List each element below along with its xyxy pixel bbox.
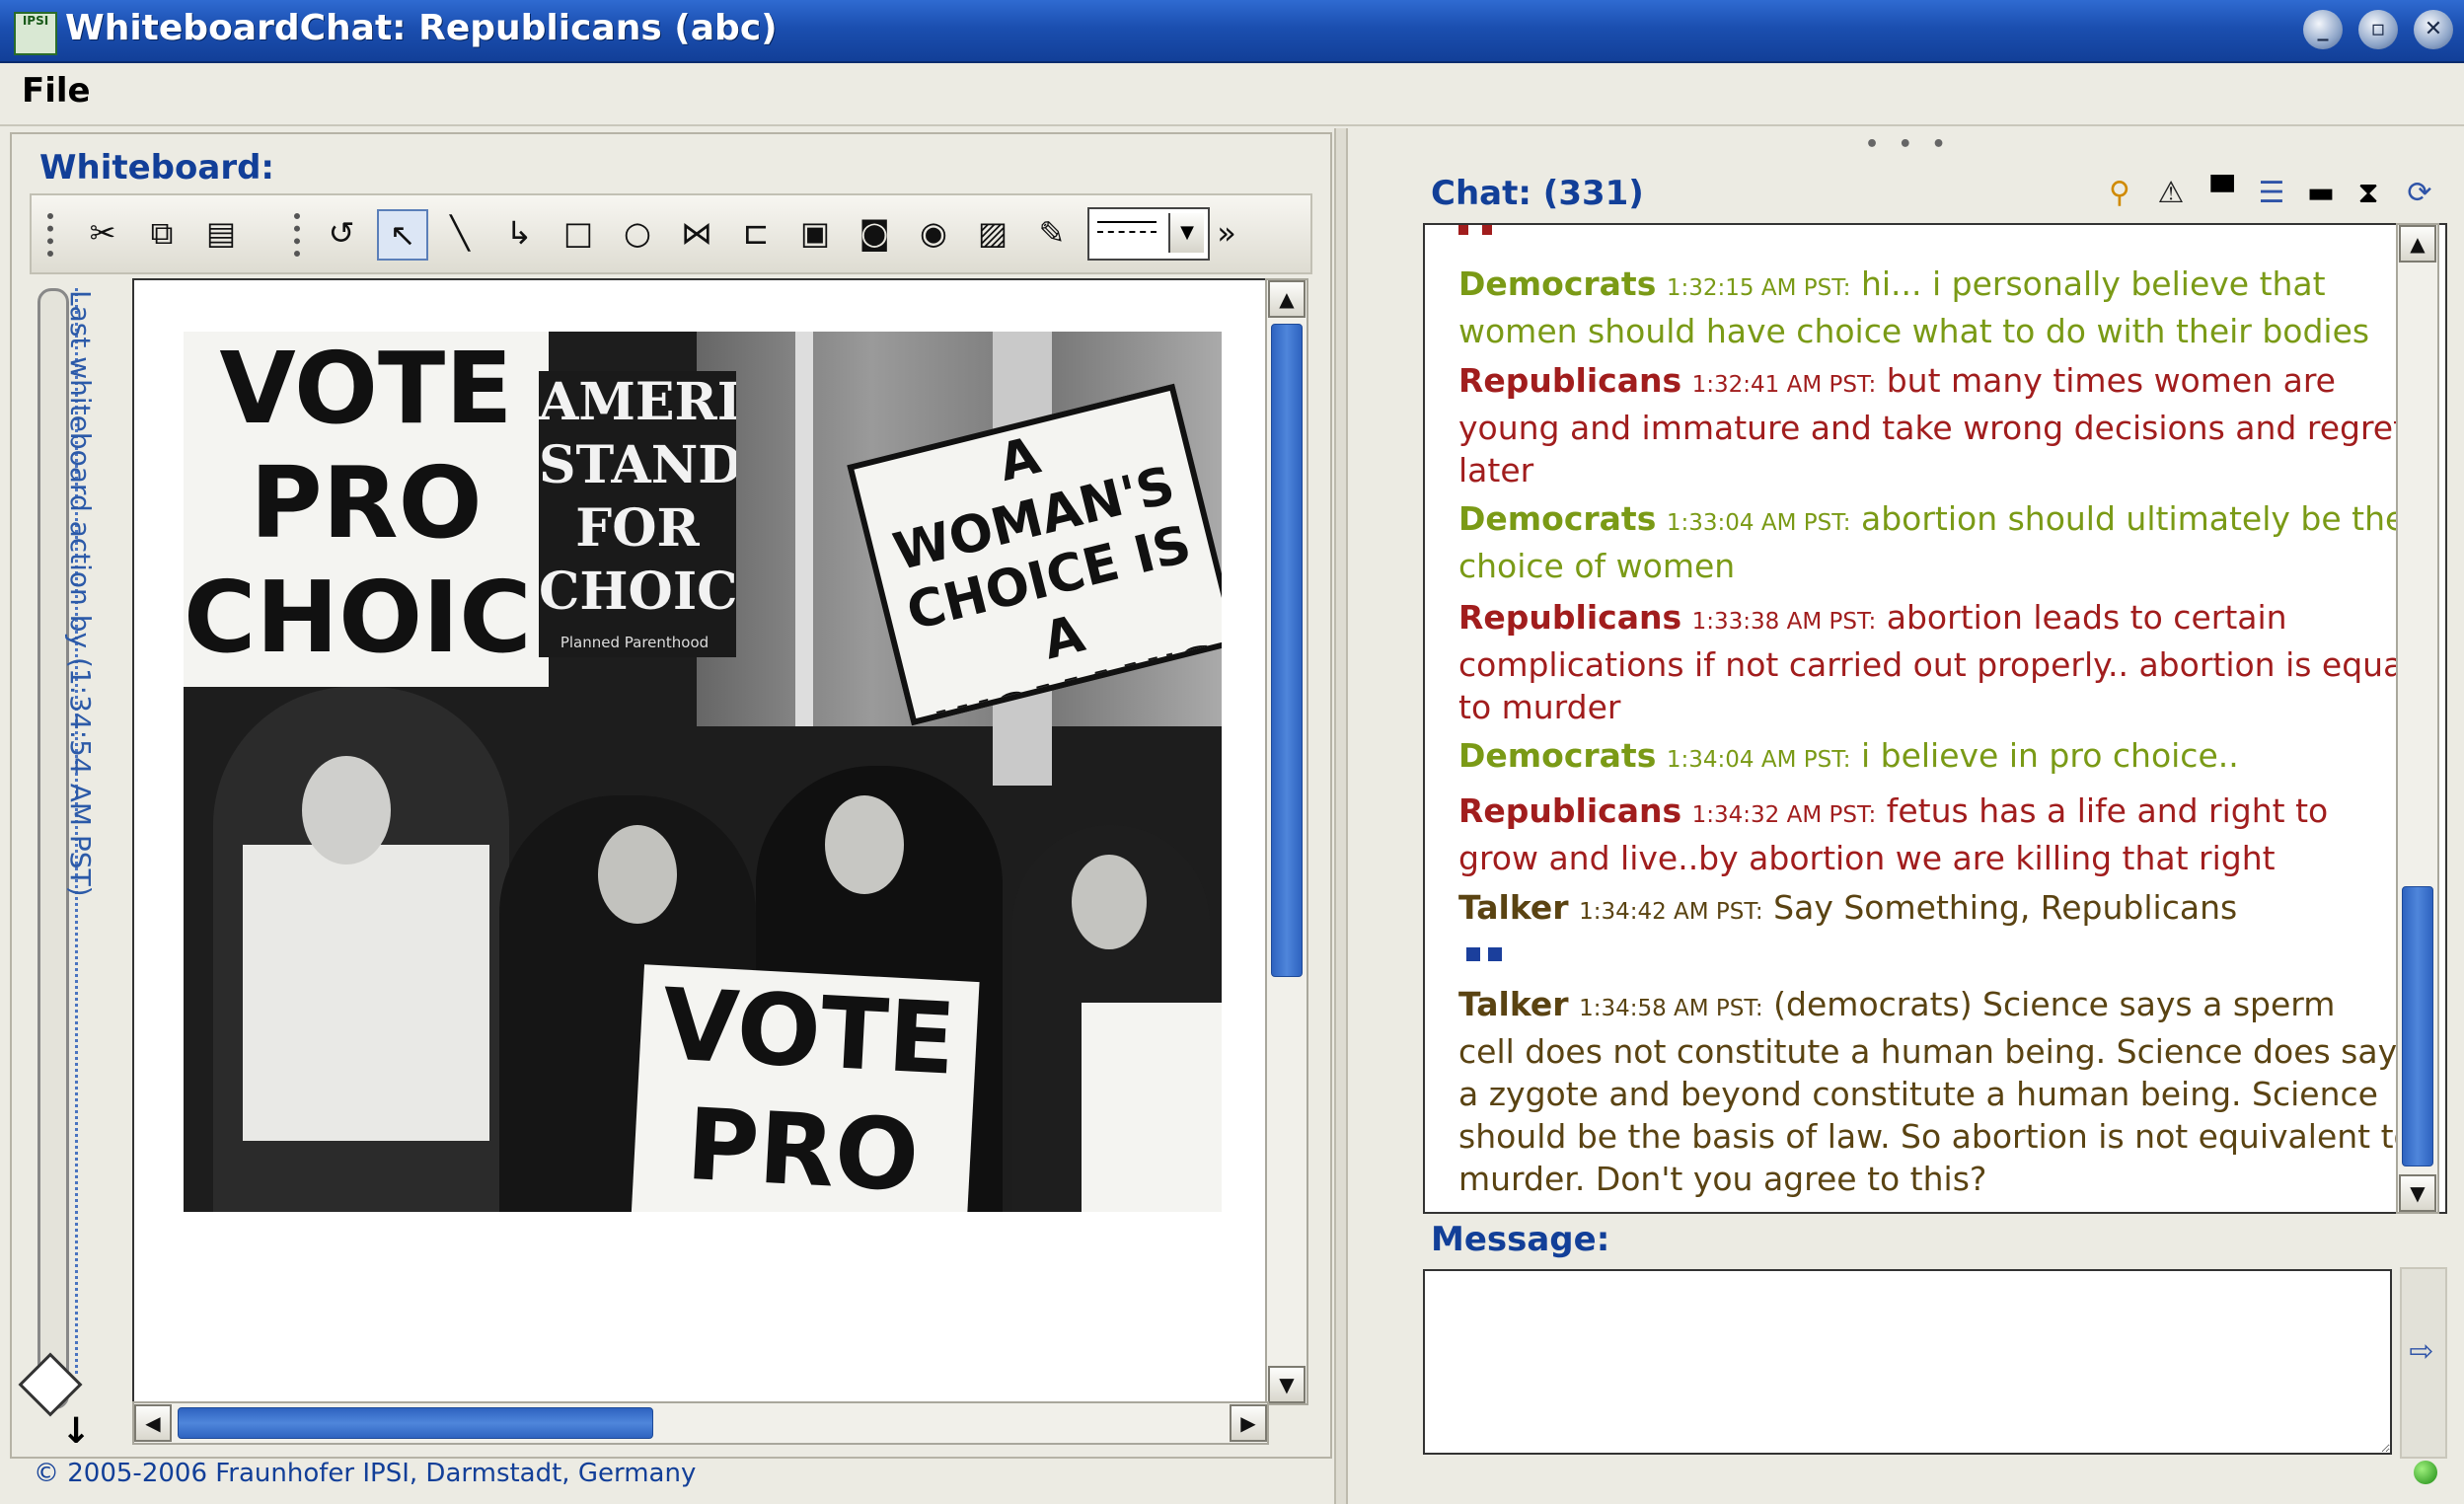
chat-transcript[interactable]: Democrats 1:32:15 AM PST: hi... i person… bbox=[1423, 223, 2447, 1214]
connection-status-icon bbox=[2414, 1461, 2437, 1484]
sign-planned-parenthood: Planned Parenthood bbox=[551, 628, 718, 657]
select-pointer-icon[interactable]: ↖ bbox=[377, 209, 428, 261]
chat-message: Democrats 1:33:04 AM PST: abortion shoul… bbox=[1458, 499, 2406, 585]
sign-vote-pro: VOTE PRO bbox=[631, 964, 980, 1212]
sign-partial bbox=[1082, 1003, 1222, 1212]
message-label: Message: bbox=[1431, 1220, 1610, 1259]
text-box-icon[interactable]: ⊏ bbox=[732, 209, 780, 257]
lasso-icon[interactable]: ↺ bbox=[318, 209, 365, 257]
note-icon[interactable]: ▣ bbox=[791, 209, 839, 257]
history-status-text: Last whiteboard action by (1:34:54 AM PS… bbox=[64, 290, 97, 897]
line-style-preview bbox=[1097, 221, 1157, 223]
chat-message: Democrats 1:34:04 AM PST: i believe in p… bbox=[1458, 736, 2239, 775]
chat-message: Republicans 1:32:41 AM PST: but many tim… bbox=[1458, 361, 2407, 489]
copyright-notice: © 2005-2006 Fraunhofer IPSI, Darmstadt, … bbox=[34, 1459, 697, 1488]
protest-photo[interactable]: VOTE PRO CHOICE AMERICA STANDS FOR CHOIC… bbox=[184, 332, 1222, 1212]
chat-scroll-thumb[interactable] bbox=[2402, 886, 2433, 1166]
minimize-icon[interactable]: _ bbox=[2303, 10, 2343, 49]
line-style-dropdown[interactable]: ▼ bbox=[1087, 207, 1210, 261]
photo-face bbox=[302, 756, 391, 865]
chat-vertical-scrollbar[interactable]: ▲ ▼ bbox=[2396, 223, 2439, 1214]
chat-message: Republicans 1:34:32 AM PST: fetus has a … bbox=[1458, 791, 2329, 877]
group-icon[interactable]: ⋈ bbox=[673, 209, 720, 257]
camera-icon[interactable]: ◉ bbox=[910, 209, 957, 257]
whiteboard-horizontal-scrollbar[interactable]: ◀ ▶ bbox=[132, 1401, 1269, 1445]
whiteboard-label: Whiteboard: bbox=[39, 148, 275, 188]
minimize-chat-icon[interactable]: ▬ bbox=[2301, 172, 2341, 215]
connector-icon[interactable]: ↳ bbox=[495, 209, 543, 257]
cut-icon[interactable]: ✂ bbox=[79, 209, 126, 257]
chevron-down-icon[interactable]: ▼ bbox=[1168, 213, 1204, 253]
alert-icon[interactable]: ⚠ bbox=[2151, 172, 2191, 215]
sign-america-choice: AMERICA STANDS FOR CHOICE bbox=[539, 371, 736, 657]
scroll-down-icon[interactable]: ▼ bbox=[1268, 1366, 1306, 1403]
format-text-icon[interactable]: ☰ bbox=[2252, 172, 2291, 215]
sign-vote-pro-choice: VOTE PRO CHOICE bbox=[184, 332, 549, 687]
photo-face bbox=[825, 795, 904, 894]
scroll-right-icon[interactable]: ▶ bbox=[1230, 1404, 1267, 1442]
toolbar-grip[interactable] bbox=[47, 213, 59, 257]
window-title: WhiteboardChat: Republicans (abc) bbox=[65, 8, 778, 48]
scroll-up-icon[interactable]: ▲ bbox=[1268, 280, 1306, 318]
menu-bar bbox=[0, 63, 2464, 126]
photo-column bbox=[795, 332, 813, 726]
horizontal-scroll-thumb[interactable] bbox=[178, 1407, 653, 1439]
vertical-scroll-thumb[interactable] bbox=[1271, 324, 1303, 977]
image-frame-icon[interactable]: ◙ bbox=[851, 209, 898, 257]
line-style-preview bbox=[1097, 231, 1157, 235]
maximize-icon[interactable]: ▫ bbox=[2358, 10, 2398, 49]
line-icon[interactable]: ╲ bbox=[436, 209, 484, 257]
copy-icon[interactable]: ⧉ bbox=[138, 209, 186, 257]
whiteboard-toolbar: ✂ ⧉ ▤ ↺ ↖ ╲ ↳ □ ○ ⋈ ⊏ ▣ ◙ ◉ ▨ ✎ ▼ » bbox=[30, 193, 1312, 274]
splitter-handle-icon[interactable]: • • • bbox=[1865, 132, 1952, 157]
photo-face bbox=[598, 825, 677, 924]
close-icon[interactable]: ✕ bbox=[2414, 10, 2453, 49]
app-icon: IPSI bbox=[14, 12, 57, 55]
send-icon[interactable]: ⇨ bbox=[2402, 1334, 2441, 1374]
toolbar-grip[interactable] bbox=[294, 213, 306, 257]
print-icon[interactable]: ▀ bbox=[2203, 172, 2242, 215]
rectangle-icon[interactable]: □ bbox=[555, 209, 602, 257]
message-separator-icon bbox=[1466, 947, 1502, 961]
download-arrow-icon[interactable]: ↓ bbox=[61, 1411, 91, 1452]
message-separator-icon bbox=[1458, 225, 1492, 235]
scroll-left-icon[interactable]: ◀ bbox=[134, 1404, 172, 1442]
ellipse-icon[interactable]: ○ bbox=[614, 209, 661, 257]
color-picker-icon[interactable]: ✎ bbox=[1028, 209, 1076, 257]
panel-splitter[interactable] bbox=[1334, 128, 1348, 1504]
chat-label: Chat: (331) bbox=[1431, 174, 1644, 213]
menu-file[interactable]: File bbox=[22, 71, 91, 111]
chat-message: Talker 1:34:58 AM PST: (democrats) Scien… bbox=[1458, 985, 2414, 1198]
chat-message: Democrats 1:32:15 AM PST: hi... i person… bbox=[1458, 264, 2370, 350]
paste-icon[interactable]: ▤ bbox=[197, 209, 245, 257]
chat-message: Talker 1:34:42 AM PST: Say Something, Re… bbox=[1458, 888, 2238, 927]
chat-message: Republicans 1:33:38 AM PST: abortion lea… bbox=[1458, 598, 2413, 726]
message-input[interactable] bbox=[1423, 1269, 2392, 1455]
photo-tshirt bbox=[243, 845, 489, 1141]
insert-image-icon[interactable]: ▨ bbox=[969, 209, 1016, 257]
scroll-down-icon[interactable]: ▼ bbox=[2399, 1174, 2436, 1212]
search-icon[interactable]: ⚲ bbox=[2100, 172, 2139, 215]
refresh-icon[interactable]: ⟳ bbox=[2400, 172, 2439, 215]
photo-face bbox=[1072, 855, 1147, 949]
whiteboard-vertical-scrollbar[interactable]: ▲ ▼ bbox=[1265, 278, 1308, 1405]
scroll-up-icon[interactable]: ▲ bbox=[2399, 225, 2436, 263]
hourglass-icon[interactable]: ⧗ bbox=[2349, 172, 2388, 215]
toolbar-overflow-icon[interactable]: » bbox=[1212, 209, 1241, 257]
